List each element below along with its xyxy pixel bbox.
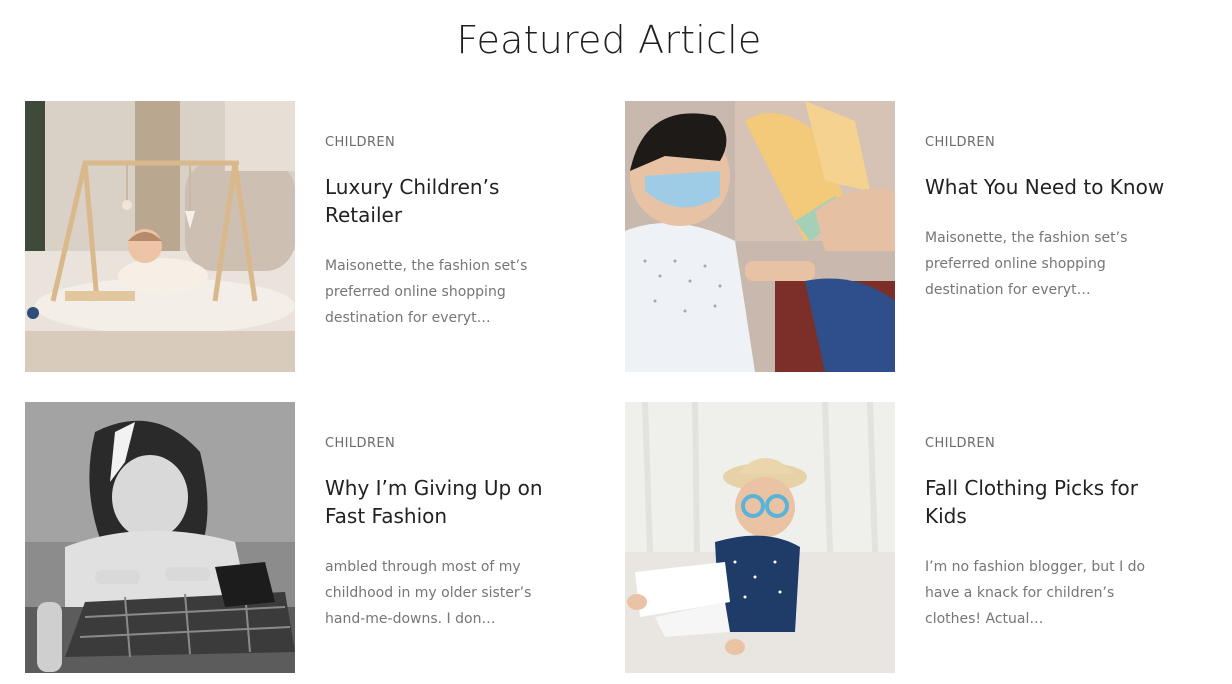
article-thumbnail-vintage-sewing[interactable]	[25, 402, 295, 673]
article-title[interactable]: Luxury Children’s Retailer	[325, 173, 570, 229]
article-category[interactable]: CHILDREN	[325, 436, 395, 451]
article-card: CHILDREN Why I’m Giving Up on Fast Fashi…	[25, 402, 625, 673]
article-excerpt: I’m no fashion blogger, but I do have a …	[925, 559, 1146, 627]
boy-with-glasses-photo	[625, 402, 895, 673]
article-excerpt: Maisonette, the fashion set’s preferred …	[925, 230, 1128, 298]
section-title: Featured Article	[456, 18, 762, 62]
article-category[interactable]: CHILDREN	[325, 135, 395, 150]
article-title[interactable]: Why I’m Giving Up on Fast Fashion	[325, 474, 570, 530]
article-excerpt: Maisonette, the fashion set’s preferred …	[325, 258, 528, 326]
article-thumbnail-baby-play-gym[interactable]	[25, 101, 295, 372]
article-thumbnail-hand-sanitizer[interactable]	[625, 101, 895, 372]
article-category[interactable]: CHILDREN	[925, 135, 995, 150]
article-excerpt: ambled through most of my childhood in m…	[325, 559, 532, 627]
article-title[interactable]: What You Need to Know	[925, 173, 1185, 201]
article-card: CHILDREN Fall Clothing Picks for Kids I’…	[625, 402, 1225, 673]
article-thumbnail-boy-glasses[interactable]	[625, 402, 895, 673]
baby-play-gym-photo	[25, 101, 295, 372]
article-title[interactable]: Fall Clothing Picks for Kids	[925, 474, 1170, 530]
article-card: CHILDREN Luxury Children’s Retailer Mais…	[25, 101, 625, 372]
article-category[interactable]: CHILDREN	[925, 436, 995, 451]
child-hand-sanitizer-photo	[625, 101, 895, 372]
vintage-girl-sewing-photo	[25, 402, 295, 673]
article-card: CHILDREN What You Need to Know Maisonett…	[625, 101, 1225, 372]
